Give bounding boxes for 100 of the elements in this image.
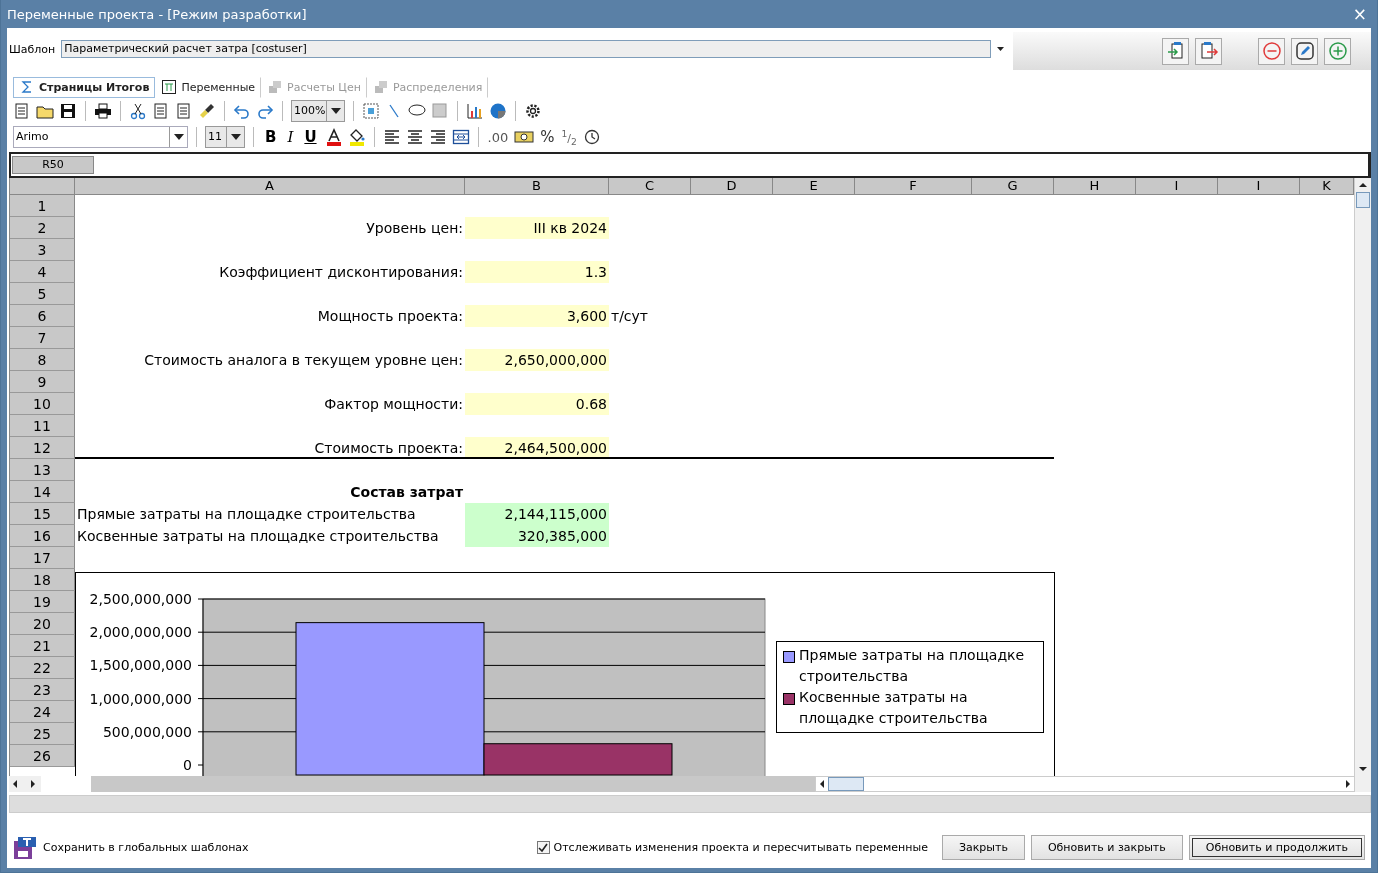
axis-tick-label: 1,500,000,000 <box>89 657 192 674</box>
row-header[interactable]: 26 <box>10 745 75 767</box>
export-button[interactable] <box>1195 37 1222 65</box>
fraction-button[interactable]: $^{1}$/$_{2}$ <box>560 127 578 147</box>
column-header[interactable]: F <box>855 178 972 194</box>
print-icon[interactable] <box>94 102 112 120</box>
cell-reference-field[interactable]: R50 <box>12 156 94 174</box>
row-header[interactable]: 6 <box>10 305 75 327</box>
caret-icon[interactable] <box>997 46 1006 52</box>
fill-color-icon[interactable] <box>347 128 366 146</box>
dialog-button[interactable]: Закрыть <box>941 835 1025 860</box>
column-header[interactable]: A <box>75 178 465 194</box>
row-header[interactable]: 16 <box>10 525 75 547</box>
column-header[interactable]: C <box>609 178 691 194</box>
label-cell-text: Мощность проекта: <box>317 307 463 326</box>
row-header[interactable]: 12 <box>10 437 75 459</box>
column-header[interactable]: E <box>773 178 855 194</box>
pi-icon <box>161 79 178 95</box>
label-cell-text: Стоимость проекта: <box>314 439 463 457</box>
horizontal-scrollbar[interactable] <box>815 776 1355 792</box>
label-cell-text: Косвенные затраты на площадке строительства <box>77 527 439 546</box>
font-dropdown[interactable]: Arimo <box>13 126 188 148</box>
paste-icon[interactable] <box>175 102 193 120</box>
row-header[interactable]: 22 <box>10 657 75 679</box>
align-center-icon[interactable] <box>405 128 424 146</box>
row-header[interactable]: 8 <box>10 349 75 371</box>
legend-label: Прямые затраты на площадке строительства <box>799 646 1026 686</box>
italic-button[interactable]: I <box>284 128 297 146</box>
import-button[interactable] <box>1162 37 1189 65</box>
unit-cell-text: т/сут <box>611 307 648 326</box>
align-right-icon[interactable] <box>428 128 447 146</box>
column-header[interactable]: I <box>1218 178 1300 194</box>
bold-button[interactable]: B <box>262 128 280 146</box>
underline-button[interactable]: U <box>301 128 320 146</box>
close-button[interactable]: × <box>1348 4 1371 24</box>
column-header[interactable]: I <box>1136 178 1218 194</box>
document-arrow-icon <box>1198 41 1219 61</box>
save-icon[interactable] <box>59 102 77 120</box>
scroll-thumb[interactable] <box>828 777 864 791</box>
edit-button[interactable] <box>1291 37 1318 65</box>
row-header[interactable]: 24 <box>10 701 75 723</box>
row-header[interactable]: 25 <box>10 723 75 745</box>
remove-button[interactable] <box>1258 37 1285 65</box>
bar-chart-icon[interactable] <box>466 102 484 120</box>
row-header[interactable]: 1 <box>10 195 75 217</box>
value-cell: 2,464,500,000 <box>465 437 609 457</box>
pie-chart-icon[interactable] <box>489 102 507 120</box>
new-file-icon[interactable] <box>13 102 31 120</box>
row-header[interactable]: 23 <box>10 679 75 701</box>
dialog-button[interactable]: Обновить и продолжить <box>1188 835 1365 860</box>
checkbox[interactable] <box>536 841 550 854</box>
tab[interactable]: Страницы Итогов <box>13 76 156 98</box>
row-header[interactable]: 3 <box>10 239 75 261</box>
format-brush-icon[interactable] <box>198 102 216 120</box>
scroll-thumb[interactable] <box>1356 192 1370 208</box>
row-header[interactable]: 18 <box>10 569 75 591</box>
tab[interactable]: Переменные <box>155 76 262 98</box>
row-header[interactable]: 14 <box>10 481 75 503</box>
column-header[interactable]: G <box>972 178 1054 194</box>
currency-icon[interactable] <box>514 128 535 146</box>
decimal-button[interactable]: .00 <box>486 129 510 145</box>
row-header[interactable]: 13 <box>10 459 75 481</box>
column-header[interactable]: D <box>691 178 773 194</box>
row-header[interactable]: 11 <box>10 415 75 437</box>
align-left-icon[interactable] <box>382 128 401 146</box>
percent-button[interactable]: % <box>539 128 556 146</box>
select-objects-icon[interactable] <box>362 102 380 120</box>
template-dropdown[interactable]: Параметрический расчет затра [costuser] <box>61 40 992 58</box>
column-header[interactable]: H <box>1054 178 1136 194</box>
row-header[interactable]: 7 <box>10 327 75 349</box>
undo-icon[interactable] <box>233 102 251 120</box>
vertical-scrollbar[interactable] <box>1354 178 1371 776</box>
value-cell: 2,650,000,000 <box>465 349 609 371</box>
redo-icon[interactable] <box>256 102 274 120</box>
column-header[interactable]: B <box>465 178 609 194</box>
copy-icon[interactable] <box>152 102 170 120</box>
row-header[interactable]: 19 <box>10 591 75 613</box>
cut-icon[interactable] <box>129 102 147 120</box>
row-header[interactable]: 4 <box>10 261 75 283</box>
save-template-icon[interactable] <box>13 835 37 860</box>
zoom-dropdown[interactable]: 100% <box>291 100 345 122</box>
merge-cells-icon[interactable] <box>451 128 470 146</box>
row-header[interactable]: 5 <box>10 283 75 305</box>
minus-circle-icon <box>1261 41 1282 61</box>
row-header[interactable]: 20 <box>10 613 75 635</box>
row-header[interactable]: 9 <box>10 371 75 393</box>
clock-icon[interactable] <box>582 128 601 146</box>
settings-icon[interactable] <box>524 102 542 120</box>
dialog-button[interactable]: Обновить и закрыть <box>1030 835 1183 860</box>
add-button[interactable] <box>1324 37 1351 65</box>
save-global-templates-link[interactable]: Сохранить в глобальных шаблонах <box>43 841 249 854</box>
row-header[interactable]: 2 <box>10 217 75 239</box>
row-header[interactable]: 17 <box>10 547 75 569</box>
row-header[interactable]: 21 <box>10 635 75 657</box>
axis-tick-label: 500,000,000 <box>102 723 192 740</box>
label-cell-text: Состав затрат <box>350 483 463 502</box>
row-header[interactable]: 15 <box>10 503 75 525</box>
row-header[interactable]: 10 <box>10 393 75 415</box>
font-size-dropdown[interactable]: 11 <box>205 126 245 148</box>
font-color-icon[interactable] <box>324 128 343 146</box>
